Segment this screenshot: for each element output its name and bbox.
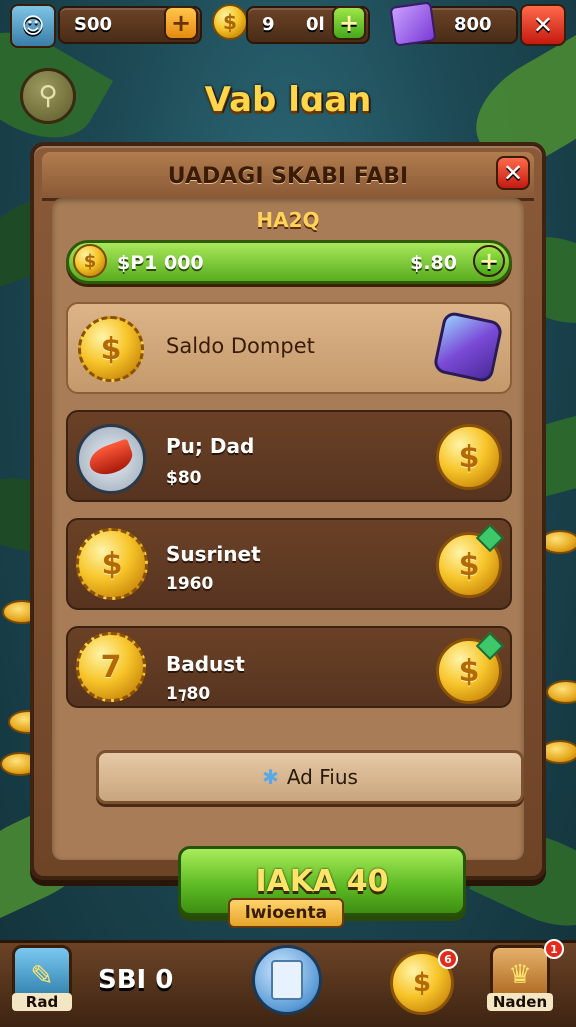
wallet-balance-row: $ Saldo Dompet (66, 302, 512, 394)
add-balance-button[interactable]: + (473, 245, 505, 277)
score-text: SBI 0 (98, 965, 174, 995)
resource-2-left: 9 (262, 14, 275, 35)
list-item[interactable]: Pu; Dad $80 $ (66, 410, 512, 502)
item-value: 1960 (166, 574, 214, 594)
profile-avatar-button[interactable]: ☺ (10, 4, 56, 48)
panel-subtitle: HA2Q (256, 208, 320, 232)
avatar-icon: ☺ (21, 13, 45, 39)
resource-pill-1: S00 + (58, 6, 202, 44)
coin-icon: $ (212, 4, 248, 40)
resource-3-value: 800 (454, 14, 492, 35)
list-item[interactable]: 7 Badust 1⁊80 $ (66, 626, 512, 708)
item-name: Badust (166, 652, 245, 676)
ad-button-label: Ad Fius (286, 765, 358, 789)
naden-notification-badge: 1 (544, 939, 564, 959)
card-icon (271, 960, 303, 1000)
bottom-nav-bar: ✎ Rad SBI 0 $ 6 ♛ Naden 1 (0, 939, 576, 1027)
balance-bar: $ $P1 000 $.80 + (66, 240, 512, 284)
close-icon: ✕ (502, 159, 524, 187)
sparkle-icon: ✱ (262, 765, 279, 789)
nav-rad-button[interactable]: ✎ Rad (12, 945, 72, 1011)
top-resource-bar: ☺ S00 + $ 9 0l + 800 ✕ (0, 0, 576, 48)
coin-icon[interactable]: $ (436, 424, 502, 490)
balance-left-value: $P1 000 (117, 252, 204, 274)
wallet-panel: UADAGI SKABI FABI ✕ HA2Q $ $P1 000 $.80 … (30, 142, 546, 916)
gem-stack-icon (389, 1, 437, 47)
card-button[interactable] (252, 945, 322, 1015)
item-value: 1⁊80 (166, 684, 211, 704)
nav-naden-label: Naden (487, 993, 553, 1011)
coin-notification-badge: 6 (438, 949, 458, 969)
panel-header: UADAGI SKABI FABI ✕ (42, 152, 534, 201)
add-resource-2-button[interactable]: + (332, 6, 366, 40)
coin-icon: $ (73, 244, 107, 278)
add-resource-1-button[interactable]: + (164, 6, 198, 40)
seven-coin-icon: 7 (76, 632, 146, 702)
close-game-button[interactable]: ✕ (520, 4, 566, 46)
panel-close-button[interactable]: ✕ (496, 156, 530, 190)
nav-rad-label: Rad (12, 993, 72, 1011)
nav-naden-button[interactable]: ♛ Naden (487, 945, 553, 1011)
coin-icon: $ (412, 968, 432, 998)
balance-right-value: $.80 (410, 252, 457, 274)
item-name: Pu; Dad (166, 434, 255, 458)
panel-content: HA2Q $ $P1 000 $.80 + $ Saldo Dompet Pu;… (52, 198, 524, 916)
resource-pill-2: 9 0l + (246, 6, 370, 44)
list-item[interactable]: $ Susrinet 1960 $ (66, 518, 512, 610)
rooster-badge-icon (76, 424, 146, 494)
resource-2-right: 0l (306, 14, 325, 35)
info-tag: lwioenta (228, 898, 344, 928)
ad-button[interactable]: ✱ Ad Fius (96, 750, 524, 804)
gem-bag-icon (432, 310, 504, 384)
wallet-label: Saldo Dompet (166, 334, 315, 358)
item-name: Susrinet (166, 542, 261, 566)
close-icon: ✕ (532, 11, 554, 39)
resource-1-value: S00 (74, 14, 113, 35)
panel-title: UADAGI SKABI FABI (167, 164, 409, 189)
game-title: Vab lɑan (204, 80, 372, 120)
item-value: $80 (166, 468, 202, 488)
dollar-gear-coin-icon: $ (76, 528, 148, 600)
dollar-coin-icon: $ (78, 316, 144, 382)
